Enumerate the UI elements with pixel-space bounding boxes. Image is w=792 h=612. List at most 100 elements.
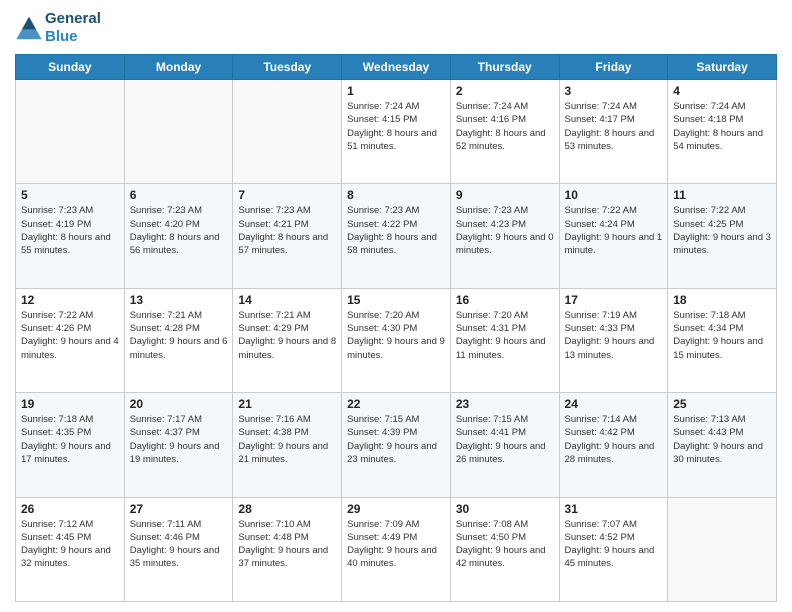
day-number: 2 bbox=[456, 84, 554, 98]
calendar-cell: 27Sunrise: 7:11 AM Sunset: 4:46 PM Dayli… bbox=[124, 497, 233, 601]
calendar-week-1: 1 Sunrise: 7:24 AM Sunset: 4:15 PM Daylig… bbox=[16, 80, 777, 184]
weekday-header-tuesday: Tuesday bbox=[233, 55, 342, 80]
day-number: 7 bbox=[238, 188, 336, 202]
calendar-header: SundayMondayTuesdayWednesdayThursdayFrid… bbox=[16, 55, 777, 80]
calendar-cell: 16 Sunrise: 7:20 AM Sunset: 4:31 PM Dayli… bbox=[450, 288, 559, 392]
calendar-cell bbox=[124, 80, 233, 184]
weekday-header-friday: Friday bbox=[559, 55, 668, 80]
day-info: Sunrise: 7:12 AM Sunset: 4:45 PM Dayligh… bbox=[21, 518, 119, 571]
day-info: Sunrise: 7:22 AM Sunset: 4:24 PM Dayligh… bbox=[565, 204, 663, 257]
day-info: Sunrise: 7:24 AM Sunset: 4:15 PM Dayligh… bbox=[347, 100, 445, 153]
calendar-cell bbox=[668, 497, 777, 601]
calendar-cell: 11 Sunrise: 7:22 AM Sunset: 4:25 PM Dayli… bbox=[668, 184, 777, 288]
calendar-cell bbox=[233, 80, 342, 184]
logo-area: General Blue bbox=[15, 10, 101, 46]
weekday-header-thursday: Thursday bbox=[450, 55, 559, 80]
day-number: 29 bbox=[347, 502, 445, 516]
calendar-cell: 17Sunrise: 7:19 AM Sunset: 4:33 PM Dayli… bbox=[559, 288, 668, 392]
weekday-header-wednesday: Wednesday bbox=[342, 55, 451, 80]
calendar-body: 1 Sunrise: 7:24 AM Sunset: 4:15 PM Daylig… bbox=[16, 80, 777, 602]
calendar-week-2: 5 Sunrise: 7:23 AM Sunset: 4:19 PM Daylig… bbox=[16, 184, 777, 288]
day-info: Sunrise: 7:13 AM Sunset: 4:43 PM Dayligh… bbox=[673, 413, 771, 466]
calendar-cell: 12 Sunrise: 7:22 AM Sunset: 4:26 PM Dayli… bbox=[16, 288, 125, 392]
day-number: 9 bbox=[456, 188, 554, 202]
day-info: Sunrise: 7:20 AM Sunset: 4:31 PM Dayligh… bbox=[456, 309, 554, 362]
calendar-week-4: 19 Sunrise: 7:18 AM Sunset: 4:35 PM Dayli… bbox=[16, 393, 777, 497]
day-number: 10 bbox=[565, 188, 663, 202]
day-number: 13 bbox=[130, 293, 228, 307]
day-info: Sunrise: 7:18 AM Sunset: 4:35 PM Dayligh… bbox=[21, 413, 119, 466]
day-info: Sunrise: 7:16 AM Sunset: 4:38 PM Dayligh… bbox=[238, 413, 336, 466]
day-info: Sunrise: 7:24 AM Sunset: 4:17 PM Dayligh… bbox=[565, 100, 663, 153]
calendar-cell: 10 Sunrise: 7:22 AM Sunset: 4:24 PM Dayli… bbox=[559, 184, 668, 288]
day-info: Sunrise: 7:23 AM Sunset: 4:23 PM Dayligh… bbox=[456, 204, 554, 257]
calendar-cell: 8Sunrise: 7:23 AM Sunset: 4:22 PM Daylig… bbox=[342, 184, 451, 288]
day-info: Sunrise: 7:24 AM Sunset: 4:18 PM Dayligh… bbox=[673, 100, 771, 153]
day-info: Sunrise: 7:10 AM Sunset: 4:48 PM Dayligh… bbox=[238, 518, 336, 571]
day-number: 20 bbox=[130, 397, 228, 411]
calendar-cell: 4 Sunrise: 7:24 AM Sunset: 4:18 PM Daylig… bbox=[668, 80, 777, 184]
calendar-cell: 31 Sunrise: 7:07 AM Sunset: 4:52 PM Dayli… bbox=[559, 497, 668, 601]
logo-text: General Blue bbox=[45, 10, 101, 46]
day-number: 22 bbox=[347, 397, 445, 411]
day-number: 14 bbox=[238, 293, 336, 307]
calendar-cell: 22 Sunrise: 7:15 AM Sunset: 4:39 PM Dayli… bbox=[342, 393, 451, 497]
day-info: Sunrise: 7:21 AM Sunset: 4:29 PM Dayligh… bbox=[238, 309, 336, 362]
day-number: 24 bbox=[565, 397, 663, 411]
calendar-cell: 15Sunrise: 7:20 AM Sunset: 4:30 PM Dayli… bbox=[342, 288, 451, 392]
page: General Blue SundayMondayTuesdayWednesda… bbox=[0, 0, 792, 612]
day-number: 26 bbox=[21, 502, 119, 516]
day-info: Sunrise: 7:24 AM Sunset: 4:16 PM Dayligh… bbox=[456, 100, 554, 153]
calendar-cell: 3 Sunrise: 7:24 AM Sunset: 4:17 PM Daylig… bbox=[559, 80, 668, 184]
day-info: Sunrise: 7:23 AM Sunset: 4:19 PM Dayligh… bbox=[21, 204, 119, 257]
day-number: 1 bbox=[347, 84, 445, 98]
day-info: Sunrise: 7:17 AM Sunset: 4:37 PM Dayligh… bbox=[130, 413, 228, 466]
calendar-cell: 18 Sunrise: 7:18 AM Sunset: 4:34 PM Dayli… bbox=[668, 288, 777, 392]
day-info: Sunrise: 7:14 AM Sunset: 4:42 PM Dayligh… bbox=[565, 413, 663, 466]
weekday-header-monday: Monday bbox=[124, 55, 233, 80]
day-number: 12 bbox=[21, 293, 119, 307]
day-info: Sunrise: 7:23 AM Sunset: 4:21 PM Dayligh… bbox=[238, 204, 336, 257]
calendar-cell: 25 Sunrise: 7:13 AM Sunset: 4:43 PM Dayli… bbox=[668, 393, 777, 497]
weekday-row: SundayMondayTuesdayWednesdayThursdayFrid… bbox=[16, 55, 777, 80]
day-info: Sunrise: 7:22 AM Sunset: 4:25 PM Dayligh… bbox=[673, 204, 771, 257]
day-number: 23 bbox=[456, 397, 554, 411]
day-number: 25 bbox=[673, 397, 771, 411]
day-info: Sunrise: 7:23 AM Sunset: 4:22 PM Dayligh… bbox=[347, 204, 445, 257]
day-number: 31 bbox=[565, 502, 663, 516]
calendar-cell: 21 Sunrise: 7:16 AM Sunset: 4:38 PM Dayli… bbox=[233, 393, 342, 497]
calendar-cell: 19 Sunrise: 7:18 AM Sunset: 4:35 PM Dayli… bbox=[16, 393, 125, 497]
logo-icon bbox=[15, 14, 43, 42]
day-info: Sunrise: 7:15 AM Sunset: 4:39 PM Dayligh… bbox=[347, 413, 445, 466]
day-info: Sunrise: 7:22 AM Sunset: 4:26 PM Dayligh… bbox=[21, 309, 119, 362]
day-number: 30 bbox=[456, 502, 554, 516]
day-number: 18 bbox=[673, 293, 771, 307]
header: General Blue bbox=[15, 10, 777, 46]
calendar-cell: 6 Sunrise: 7:23 AM Sunset: 4:20 PM Daylig… bbox=[124, 184, 233, 288]
day-info: Sunrise: 7:23 AM Sunset: 4:20 PM Dayligh… bbox=[130, 204, 228, 257]
calendar-cell: 24 Sunrise: 7:14 AM Sunset: 4:42 PM Dayli… bbox=[559, 393, 668, 497]
calendar-cell: 23 Sunrise: 7:15 AM Sunset: 4:41 PM Dayli… bbox=[450, 393, 559, 497]
day-number: 17 bbox=[565, 293, 663, 307]
day-number: 6 bbox=[130, 188, 228, 202]
calendar-cell: 20 Sunrise: 7:17 AM Sunset: 4:37 PM Dayli… bbox=[124, 393, 233, 497]
calendar-cell: 5 Sunrise: 7:23 AM Sunset: 4:19 PM Daylig… bbox=[16, 184, 125, 288]
day-info: Sunrise: 7:20 AM Sunset: 4:30 PM Dayligh… bbox=[347, 309, 445, 362]
day-number: 11 bbox=[673, 188, 771, 202]
calendar-week-3: 12 Sunrise: 7:22 AM Sunset: 4:26 PM Dayli… bbox=[16, 288, 777, 392]
day-number: 19 bbox=[21, 397, 119, 411]
day-info: Sunrise: 7:09 AM Sunset: 4:49 PM Dayligh… bbox=[347, 518, 445, 571]
calendar-cell: 1 Sunrise: 7:24 AM Sunset: 4:15 PM Daylig… bbox=[342, 80, 451, 184]
day-number: 4 bbox=[673, 84, 771, 98]
day-info: Sunrise: 7:15 AM Sunset: 4:41 PM Dayligh… bbox=[456, 413, 554, 466]
day-number: 3 bbox=[565, 84, 663, 98]
day-number: 5 bbox=[21, 188, 119, 202]
calendar-cell: 9 Sunrise: 7:23 AM Sunset: 4:23 PM Daylig… bbox=[450, 184, 559, 288]
weekday-header-sunday: Sunday bbox=[16, 55, 125, 80]
day-info: Sunrise: 7:08 AM Sunset: 4:50 PM Dayligh… bbox=[456, 518, 554, 571]
calendar-cell: 13Sunrise: 7:21 AM Sunset: 4:28 PM Dayli… bbox=[124, 288, 233, 392]
day-info: Sunrise: 7:07 AM Sunset: 4:52 PM Dayligh… bbox=[565, 518, 663, 571]
day-number: 21 bbox=[238, 397, 336, 411]
day-info: Sunrise: 7:18 AM Sunset: 4:34 PM Dayligh… bbox=[673, 309, 771, 362]
day-number: 16 bbox=[456, 293, 554, 307]
